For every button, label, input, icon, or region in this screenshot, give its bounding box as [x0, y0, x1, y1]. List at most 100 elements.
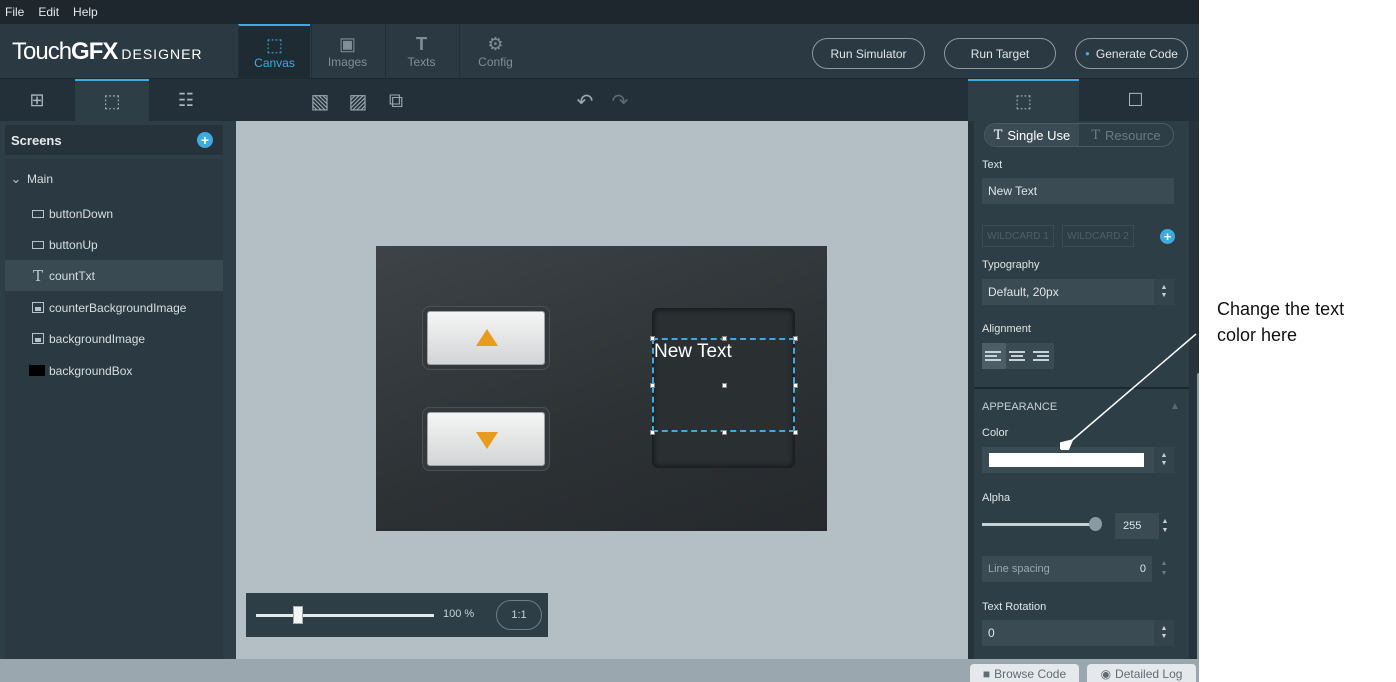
- arrow-up-icon: [476, 329, 498, 346]
- resize-handle[interactable]: [722, 430, 727, 435]
- tab-canvas[interactable]: ⬚ Canvas: [238, 24, 310, 78]
- line-spacing-field[interactable]: Line spacing 0: [982, 556, 1152, 582]
- gear-icon: ⚙: [487, 34, 504, 54]
- resize-handle[interactable]: [793, 336, 798, 341]
- typography-select[interactable]: Default, 20px ▲ ▼: [982, 279, 1174, 305]
- dropdown-arrows-icon: ▲ ▼: [1154, 447, 1174, 473]
- tree-item-backgroundimage[interactable]: backgroundImage: [5, 323, 223, 354]
- annotation-arrow: [1060, 333, 1197, 450]
- tree-item-label: buttonDown: [49, 206, 114, 221]
- widget-tree: ⌄ Main buttonDown buttonUp T countTxt co…: [5, 159, 223, 659]
- tab-config-label: Config: [478, 55, 513, 69]
- button-up[interactable]: [427, 311, 545, 365]
- resize-handle[interactable]: [650, 430, 655, 435]
- log-icon: ◉: [1100, 667, 1112, 681]
- text-rotation-select[interactable]: 0 ▲ ▼: [982, 620, 1174, 646]
- menu-edit[interactable]: Edit: [38, 5, 59, 19]
- count-text-selection[interactable]: New Text: [650, 336, 798, 435]
- redo-icon[interactable]: ↷: [606, 87, 634, 115]
- alignment-buttons: [982, 343, 1054, 369]
- menu-bar: File Edit Help: [0, 0, 1199, 24]
- align-left-button[interactable]: [982, 343, 1006, 369]
- line-spacing-value: 0: [1139, 563, 1146, 575]
- wildcard2-button[interactable]: WILDCARD 2: [1062, 225, 1134, 247]
- count-text: New Text: [654, 341, 732, 362]
- add-box-icon: ⊞: [29, 89, 45, 110]
- interactions-tab[interactable]: ☷: [149, 79, 223, 121]
- text-input[interactable]: New Text: [982, 178, 1174, 204]
- generate-code-button[interactable]: ● Generate Code: [1075, 38, 1188, 69]
- tab-properties[interactable]: ⬚: [968, 79, 1079, 121]
- menu-file[interactable]: File: [5, 5, 24, 19]
- add-wildcard-button[interactable]: +: [1160, 229, 1175, 244]
- color-picker[interactable]: ▲ ▼: [982, 447, 1174, 473]
- resource-label: Resource: [1105, 127, 1161, 143]
- tab-config[interactable]: ⚙ Config: [459, 24, 531, 78]
- canvas-area[interactable]: New Text 100 % 1:1: [236, 121, 968, 659]
- text-label: Text: [982, 159, 1003, 171]
- browse-code-label: Browse Code: [994, 667, 1067, 681]
- send-backward-icon[interactable]: ▨: [344, 87, 372, 115]
- button-down[interactable]: [427, 412, 545, 466]
- box-icon: [29, 365, 45, 376]
- screen-name: Main: [27, 171, 54, 186]
- screens-header: Screens +: [5, 125, 223, 155]
- browse-code-button[interactable]: ■ Browse Code: [970, 664, 1079, 682]
- resize-handle[interactable]: [650, 383, 655, 388]
- tab-interactions[interactable]: ☐: [1080, 79, 1191, 121]
- alpha-slider-track[interactable]: [982, 523, 1092, 526]
- color-label: Color: [982, 427, 1009, 439]
- tree-item-buttonup[interactable]: buttonUp: [5, 229, 223, 260]
- tree-item-counttxt[interactable]: T countTxt: [5, 260, 223, 291]
- logo-touch: Touch: [12, 38, 72, 65]
- align-center-button[interactable]: [1006, 343, 1030, 369]
- bring-forward-icon[interactable]: ▧: [306, 87, 334, 115]
- undo-icon[interactable]: ↶: [571, 87, 599, 115]
- run-target-button[interactable]: Run Target: [944, 38, 1056, 69]
- interaction-icon: ☐: [1127, 89, 1144, 110]
- resource-option[interactable]: T Resource: [1079, 124, 1173, 146]
- appearance-header[interactable]: APPEARANCE: [982, 401, 1057, 413]
- add-widget-tab[interactable]: ⊞: [0, 79, 74, 121]
- zoom-reset-button[interactable]: 1:1: [496, 600, 542, 630]
- logo-designer: DESIGNER: [121, 46, 203, 62]
- zoom-slider-thumb[interactable]: [293, 606, 303, 624]
- run-simulator-button[interactable]: Run Simulator: [812, 38, 925, 69]
- tree-item-counterbackgroundimage[interactable]: counterBackgroundImage: [5, 292, 223, 323]
- tree-item-label: backgroundBox: [49, 363, 133, 378]
- alpha-stepper-icon[interactable]: ▲ ▼: [1155, 513, 1175, 539]
- alpha-slider-thumb[interactable]: [1089, 517, 1102, 531]
- tree-item-label: counterBackgroundImage: [49, 300, 187, 315]
- add-screen-button[interactable]: +: [197, 132, 213, 148]
- dropdown-arrows-icon: ▲ ▼: [1154, 620, 1174, 646]
- wildcard1-button[interactable]: WILDCARD 1: [982, 225, 1054, 247]
- screen-preview[interactable]: New Text: [376, 246, 827, 531]
- line-spacing-stepper-icon[interactable]: ▲ ▼: [1154, 556, 1174, 582]
- tab-texts[interactable]: T Texts: [385, 24, 457, 78]
- center-handle[interactable]: [722, 383, 727, 388]
- resize-handle[interactable]: [793, 430, 798, 435]
- zoom-slider-track[interactable]: [256, 614, 434, 617]
- align-right-button[interactable]: [1030, 343, 1054, 369]
- resize-handle[interactable]: [650, 336, 655, 341]
- tree-item-buttondown[interactable]: buttonDown: [5, 198, 223, 229]
- tree-item-label: buttonUp: [49, 237, 98, 252]
- text-icon: T: [416, 34, 427, 54]
- menu-help[interactable]: Help: [73, 5, 98, 19]
- align-layers-icon[interactable]: ⧉: [382, 87, 410, 115]
- color-swatch[interactable]: [989, 453, 1144, 467]
- tree-view-tab[interactable]: ⬚: [75, 79, 149, 121]
- single-use-option[interactable]: T Single Use: [985, 124, 1079, 146]
- text-icon: T: [32, 266, 43, 285]
- resize-handle[interactable]: [722, 336, 727, 341]
- chevron-down-icon: ⌄: [10, 170, 22, 186]
- resize-handle[interactable]: [793, 383, 798, 388]
- tab-images[interactable]: ▣ Images: [311, 24, 383, 78]
- detailed-log-button[interactable]: ◉ Detailed Log: [1087, 664, 1196, 682]
- tree-item-backgroundbox[interactable]: backgroundBox: [5, 355, 223, 386]
- button-icon: [31, 240, 45, 249]
- tab-images-label: Images: [327, 55, 368, 69]
- tree-screen-main[interactable]: ⌄ Main: [5, 163, 223, 194]
- alpha-input[interactable]: 255: [1115, 513, 1159, 539]
- folder-icon: ■: [982, 667, 991, 681]
